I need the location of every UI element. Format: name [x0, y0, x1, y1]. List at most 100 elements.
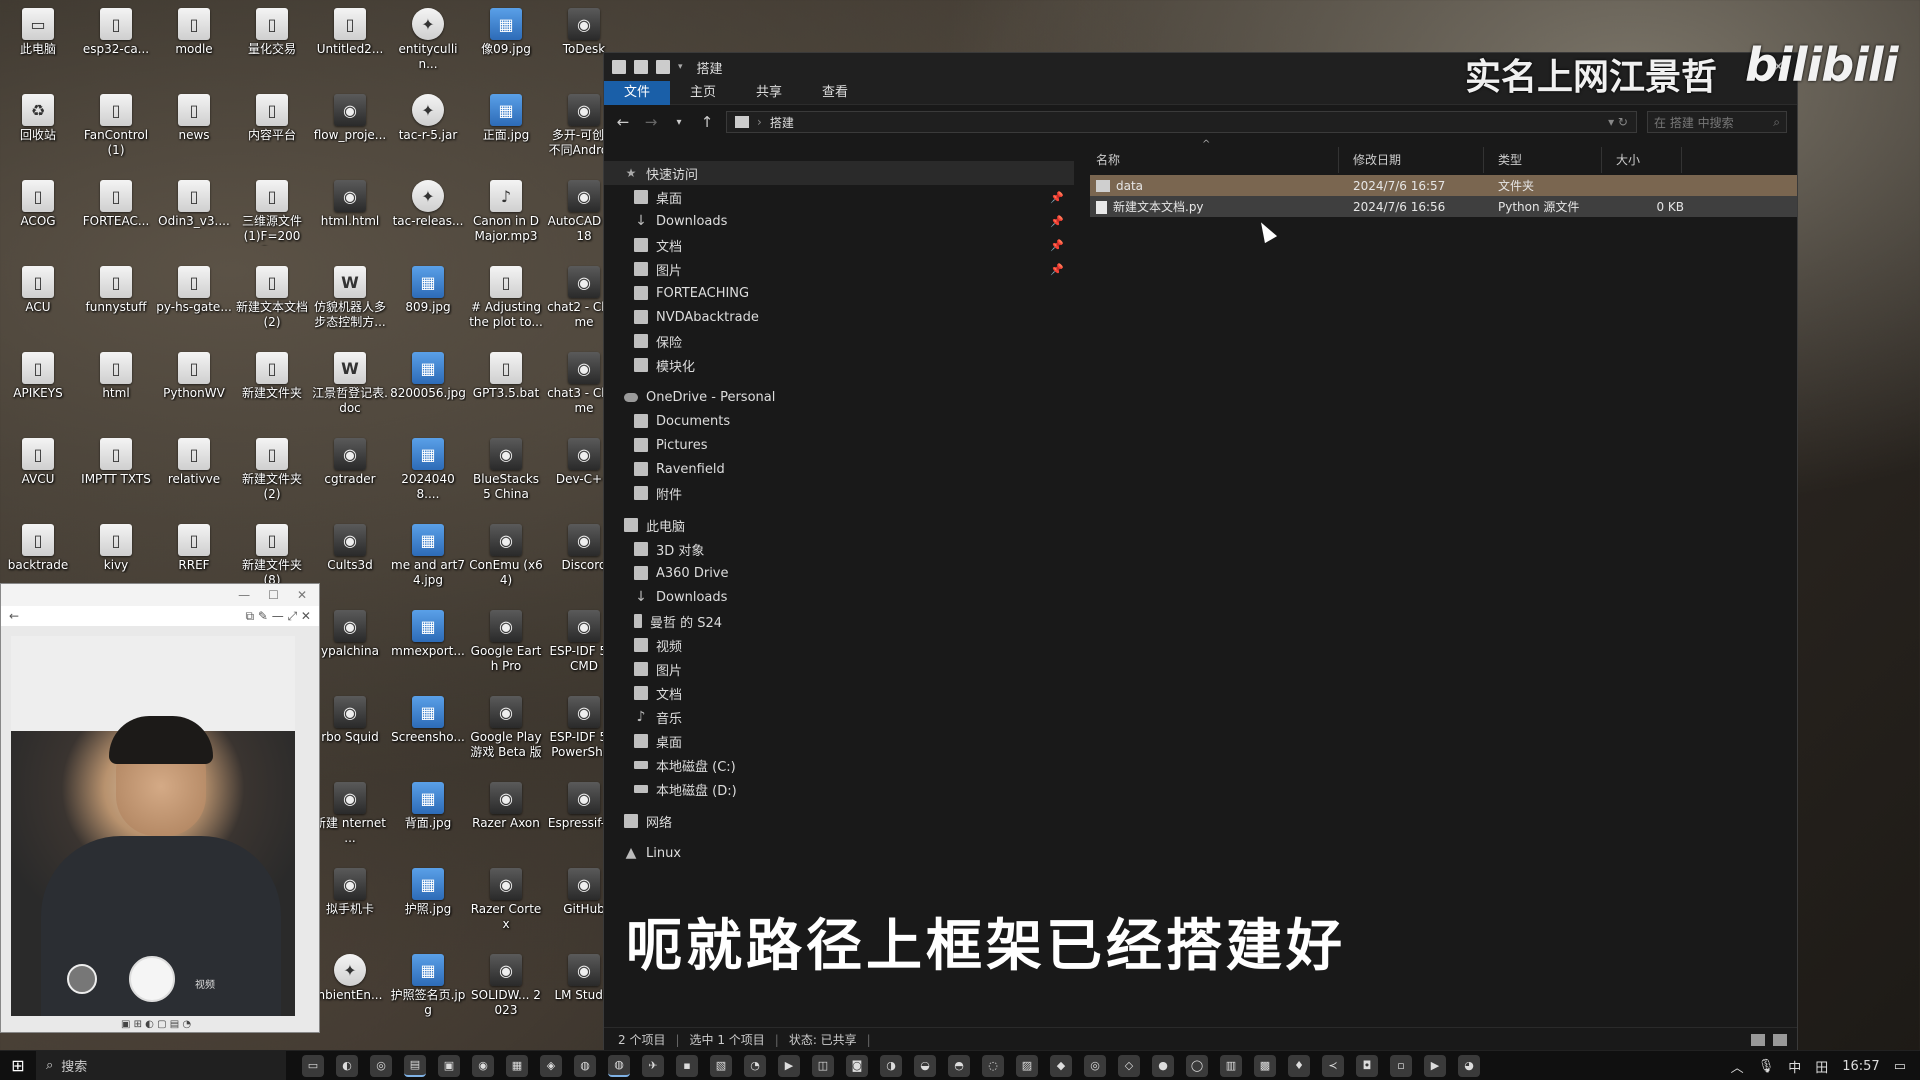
desktop-icon-item[interactable]: ▦ Screensho... [390, 688, 466, 745]
app-icon[interactable]: ▶ [778, 1054, 800, 1077]
nav-item-od-attachments[interactable]: 附件 [604, 481, 1074, 505]
app-icon[interactable]: ◯ [1186, 1054, 1208, 1077]
nav-item-a360[interactable]: A360 Drive [604, 561, 1074, 585]
nav-item-pc-documents[interactable]: 文档 [604, 681, 1074, 705]
nav-item-drive-c[interactable]: 本地磁盘 (C:) [604, 753, 1074, 777]
desktop-icon-item[interactable]: ▯ 新建文件夹 (8) [234, 516, 310, 588]
app-icon[interactable]: ◆ [1050, 1054, 1072, 1077]
file-row-data[interactable]: data 2024/7/6 16:57 文件夹 [1090, 175, 1797, 196]
nav-item-pc-pictures[interactable]: 图片 [604, 657, 1074, 681]
nav-item-od-documents[interactable]: Documents [604, 409, 1074, 433]
wechat-icon[interactable]: ◕ [1458, 1054, 1480, 1077]
desktop-icon-item[interactable]: ▦ 正面.jpg [468, 86, 544, 143]
app-icon[interactable]: ◌ [982, 1054, 1004, 1077]
nav-item-videos[interactable]: 视频 [604, 633, 1074, 657]
desktop-icon-item[interactable]: ✦ entitycullin... [390, 0, 466, 72]
new-folder-icon[interactable] [656, 60, 670, 74]
column-date[interactable]: 修改日期 [1339, 147, 1484, 173]
desktop-icon-item[interactable]: ✦ tac-releas... [390, 172, 466, 229]
desktop-icon-item[interactable]: ▯ backtrade [0, 516, 76, 573]
app-icon[interactable]: ◘ [1356, 1054, 1378, 1077]
desktop-icon-item[interactable]: ▯ # Adjusting the plot to... [468, 258, 544, 330]
nav-item-pc-desktop[interactable]: 桌面 [604, 729, 1074, 753]
app-icon[interactable]: ▥ [1220, 1054, 1242, 1077]
desktop-icon-item[interactable]: ◉ flow_proje... [312, 86, 388, 143]
desktop-icon-item[interactable]: ♪ Canon in D Major.mp3 [468, 172, 544, 244]
desktop-icon-item[interactable]: ▯ 内容平台 [234, 86, 310, 143]
desktop-icon-item[interactable]: ▯ 新建文件夹 [234, 344, 310, 401]
nav-item-documents[interactable]: 文档 📌 [604, 233, 1074, 257]
notification-icon[interactable]: ▭ [1894, 1059, 1906, 1074]
desktop-icon-item[interactable]: ◉ ypalchina [312, 602, 388, 659]
desktop-icon-item[interactable]: ▯ FanControl (1) [78, 86, 154, 158]
desktop-icon-item[interactable]: ◉ Razer Cortex [468, 860, 544, 932]
desktop-icon-item[interactable]: ▯ ACOG [0, 172, 76, 229]
desktop-icon-item[interactable]: ◉ Razer Axon [468, 774, 544, 831]
desktop-icon-item[interactable]: W 江景哲登记表.doc [312, 344, 388, 416]
app-icon[interactable]: ▧ [710, 1054, 732, 1077]
maximize-icon[interactable]: ☐ [268, 588, 279, 602]
desktop-icon-item[interactable]: ▯ kivy [78, 516, 154, 573]
desktop-icon-item[interactable]: ◉ cgtrader [312, 430, 388, 487]
nav-item-od-ravenfield[interactable]: Ravenfield [604, 457, 1074, 481]
desktop-icon-item[interactable]: ▯ relativve [156, 430, 232, 487]
app-icon[interactable]: ◇ [1118, 1054, 1140, 1077]
desktop-icon-item[interactable]: ▦ 8200056.jpg [390, 344, 466, 401]
nav-onedrive[interactable]: OneDrive - Personal [604, 385, 1074, 409]
desktop-icon-item[interactable]: ▦ 20240408.... [390, 430, 466, 502]
desktop-icon-item[interactable]: ▯ Untitled2... [312, 0, 388, 57]
app-icon[interactable]: ◈ [540, 1054, 562, 1077]
address-bar[interactable]: › 搭建 ▾ ↻ [726, 111, 1637, 133]
app-icon[interactable]: ◑ [880, 1054, 902, 1077]
taskbar-search[interactable]: ⌕ 搜索 [36, 1050, 286, 1080]
steam-icon[interactable]: ◎ [370, 1054, 392, 1077]
forward-arrow-icon[interactable]: → [642, 113, 660, 131]
camera-window[interactable]: — ☐ ✕ ← ⧉ ✎ — ⤢ ✕ 照片 视频 ▣ ⊞ ◐ ▢ ▤ ◔ [0, 583, 320, 1033]
search-input[interactable]: 在 搭建 中搜索 ⌕ [1647, 111, 1787, 133]
tab-home[interactable]: 主页 [670, 81, 736, 105]
microphone-icon[interactable]: 🎙 [1758, 1059, 1775, 1074]
desktop-icon-item[interactable]: ◉ SOLIDW... 2023 [468, 946, 544, 1018]
chrome-icon[interactable]: ◍ [608, 1054, 630, 1077]
desktop-icon-item[interactable]: ▯ modle [156, 0, 232, 57]
column-name[interactable]: 名称 [1082, 147, 1339, 173]
nav-item-downloads[interactable]: ↓ Downloads 📌 [604, 209, 1074, 233]
pin-icon[interactable]: 📌 [1050, 239, 1064, 252]
keyboard-layout-icon[interactable]: 田 [1815, 1057, 1828, 1076]
desktop-icon-item[interactable]: ▯ Odin3_v3.... [156, 172, 232, 229]
desktop-icon-item[interactable]: ◉ 新建 nternet ... [312, 774, 388, 846]
desktop-icon-item[interactable]: ◉ rbo Squid [312, 688, 388, 745]
desktop-icon-item[interactable]: ▯ ACU [0, 258, 76, 315]
app-icon[interactable]: ▨ [1016, 1054, 1038, 1077]
desktop-icon-item[interactable]: ◉ ConEmu (x64) [468, 516, 544, 588]
nav-item-pc-downloads[interactable]: ↓ Downloads [604, 585, 1074, 609]
desktop-icon-item[interactable]: ▦ 像09.jpg [468, 0, 544, 57]
file-row-py[interactable]: 新建文本文档.py 2024/7/6 16:56 Python 源文件 0 KB [1090, 196, 1797, 217]
desktop-icon-item[interactable]: W 仿貌机器人多步态控制方... [312, 258, 388, 330]
pin-icon[interactable]: 📌 [1050, 263, 1064, 276]
app-icon[interactable]: ◫ [812, 1054, 834, 1077]
chevron-down-icon[interactable]: ▾ [678, 62, 683, 72]
desktop-icon-item[interactable]: ▯ 新建文本文档 (2) [234, 258, 310, 330]
properties-icon[interactable] [634, 60, 648, 74]
nav-item-modular[interactable]: 模块化 [604, 353, 1074, 377]
up-arrow-icon[interactable]: ↑ [698, 113, 716, 131]
back-arrow-icon[interactable]: ← [614, 113, 632, 131]
nav-item-drive-d[interactable]: 本地磁盘 (D:) [604, 777, 1074, 801]
large-icons-view-icon[interactable] [1773, 1033, 1787, 1046]
details-view-icon[interactable] [1751, 1033, 1765, 1046]
breadcrumb[interactable]: 搭建 [770, 114, 794, 131]
app-icon[interactable]: ◓ [948, 1054, 970, 1077]
nav-item-3d-objects[interactable]: 3D 对象 [604, 537, 1074, 561]
spotify-icon[interactable]: ◉ [472, 1054, 494, 1077]
desktop-icon-item[interactable]: ▯ RREF [156, 516, 232, 573]
desktop-icon-item[interactable]: ◉ Cults3d [312, 516, 388, 573]
desktop-icon-item[interactable]: ▯ IMPTT TXTS [78, 430, 154, 487]
file-explorer-window[interactable]: ▾ 搭建 ✕ 文件 主页 共享 查看 ← → ▾ ↑ › 搭建 ▾ ↻ 在 搭建… [603, 52, 1798, 1052]
nav-network[interactable]: 网络 [604, 809, 1074, 833]
desktop-icon-item[interactable]: ▯ 量化交易 [234, 0, 310, 57]
desktop-icon-item[interactable]: ▯ funnystuff [78, 258, 154, 315]
desktop-icon-item[interactable]: ◉ Google Play 游戏 Beta 版 [468, 688, 544, 760]
pin-icon[interactable]: 📌 [1050, 191, 1064, 204]
desktop-icon-item[interactable]: ◉ BlueStacks 5 China [468, 430, 544, 502]
